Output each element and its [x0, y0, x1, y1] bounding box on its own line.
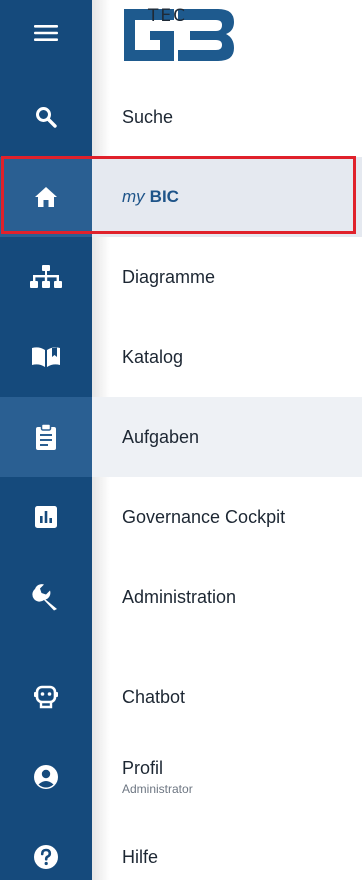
nav-label-cell: Suche	[92, 77, 362, 157]
nav-icon-cell	[0, 157, 92, 237]
nav-label-profil: Profil	[122, 758, 164, 778]
nav-icon-cell	[0, 397, 92, 477]
nav-label-cell: Aufgaben	[92, 397, 362, 477]
wrench-icon	[32, 583, 60, 611]
hamburger-menu-icon	[34, 24, 58, 42]
robot-icon	[33, 684, 59, 710]
clipboard-icon	[35, 423, 57, 451]
nav-item-katalog[interactable]: Katalog	[0, 317, 362, 397]
chart-icon	[35, 506, 57, 528]
nav-label-cell: Katalog	[92, 317, 362, 397]
nav-label-mybic-prefix: my	[122, 187, 145, 206]
nav-label-cell: Diagramme	[92, 237, 362, 317]
nav-label-administration: Administration	[122, 586, 237, 607]
help-icon	[33, 844, 59, 870]
nav-item-diagramme[interactable]: Diagramme	[0, 237, 362, 317]
nav-label-cell: Hilfe	[92, 817, 362, 880]
profile-role-label: Administrator	[122, 782, 193, 796]
nav-item-administration[interactable]: Administration	[0, 557, 362, 637]
nav-item-chatbot[interactable]: Chatbot	[0, 657, 362, 737]
nav-item-mybic[interactable]: my BIC	[0, 157, 362, 237]
nav-label-diagramme: Diagramme	[122, 266, 216, 287]
nav-item-suche[interactable]: Suche	[0, 77, 362, 157]
nav-icon-cell	[0, 557, 92, 637]
nav-label-chatbot: Chatbot	[122, 686, 186, 707]
nav-label-cell: Administration	[92, 557, 362, 637]
nav-icon-cell	[0, 477, 92, 557]
home-icon	[34, 186, 58, 208]
nav-item-hilfe[interactable]: Hilfe	[0, 817, 362, 880]
app-sidebar: TEC Suche my BIC Diagramme Katalog Aufga…	[0, 0, 362, 880]
nav-label-katalog: Katalog	[122, 346, 184, 367]
profile-label-group: Profil Administrator	[122, 758, 193, 796]
nav-label-suche: Suche	[122, 106, 174, 127]
book-icon	[30, 345, 62, 369]
nav-icon-cell	[0, 737, 92, 817]
nav-item-governance-cockpit[interactable]: Governance Cockpit	[0, 477, 362, 557]
nav-label-cell: Profil Administrator	[92, 737, 362, 817]
logo-text: TEC	[148, 6, 187, 26]
nav-label-cell: my BIC	[92, 157, 362, 237]
nav-label-cell: Chatbot	[92, 657, 362, 737]
user-circle-icon	[33, 764, 59, 790]
nav-label-aufgaben: Aufgaben	[122, 426, 200, 447]
nav-label-cell: Governance Cockpit	[92, 477, 362, 557]
search-icon	[35, 106, 57, 128]
hamburger-menu-button[interactable]	[0, 0, 92, 66]
nav-label-mybic-main: BIC	[149, 187, 179, 206]
nav-icon-cell	[0, 77, 92, 157]
nav-icon-cell	[0, 657, 92, 737]
nav-item-aufgaben[interactable]: Aufgaben	[0, 397, 362, 477]
nav-icon-cell	[0, 317, 92, 397]
sitemap-icon	[29, 264, 63, 290]
nav-label-hilfe: Hilfe	[122, 846, 159, 867]
nav-icon-cell	[0, 237, 92, 317]
nav-label-governance-cockpit: Governance Cockpit	[122, 506, 286, 527]
nav-icon-cell	[0, 817, 92, 880]
nav-item-profil[interactable]: Profil Administrator	[0, 737, 362, 817]
